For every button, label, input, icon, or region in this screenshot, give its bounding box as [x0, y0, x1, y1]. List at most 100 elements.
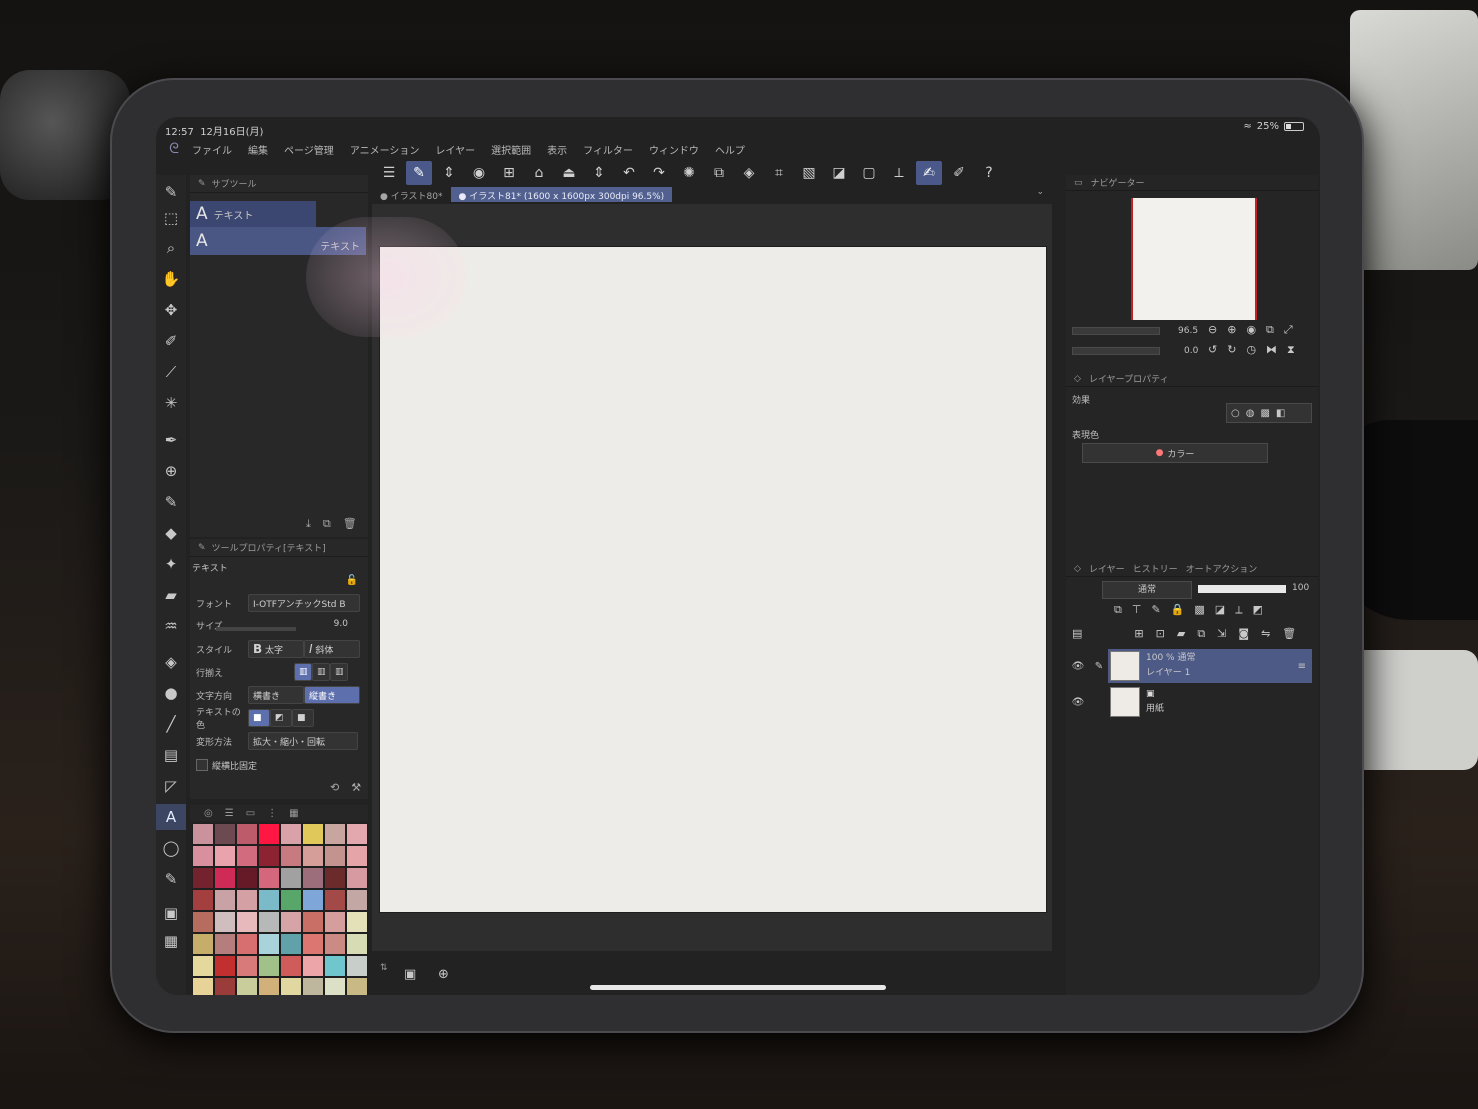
color-set-icon[interactable]: ▭ — [246, 808, 255, 819]
color-swatch[interactable] — [214, 889, 236, 911]
new-raster-icon[interactable]: ⊞ — [1134, 627, 1143, 641]
color-swatch[interactable] — [280, 977, 302, 995]
menu-file[interactable]: ファイル — [192, 142, 232, 157]
color-swatch[interactable] — [302, 933, 324, 955]
color-swatch[interactable] — [302, 845, 324, 867]
color-swatch[interactable] — [236, 955, 258, 977]
menu-view[interactable]: 表示 — [547, 142, 567, 157]
lock-transparent-icon[interactable]: ▩ — [1194, 603, 1204, 617]
eye-icon[interactable]: 👁 — [1066, 697, 1090, 708]
subtool-item[interactable]: A テキスト — [190, 201, 316, 227]
stepper-icon[interactable]: ⇕ — [436, 161, 462, 185]
color-swatch[interactable] — [324, 955, 346, 977]
color-swatch[interactable] — [236, 889, 258, 911]
color-swatch[interactable] — [236, 823, 258, 845]
color-swatch[interactable] — [214, 977, 236, 995]
new-vector-icon[interactable]: ⊡ — [1156, 627, 1165, 641]
merge-icon[interactable]: ⇲ — [1217, 627, 1226, 641]
color-swatch[interactable] — [214, 867, 236, 889]
gradient-icon[interactable]: ◪ — [826, 161, 852, 185]
correct-line-icon[interactable]: ✎ — [156, 866, 186, 892]
horizontal-button[interactable]: 横書き — [248, 686, 304, 704]
pen-tip-icon[interactable]: ✎ — [156, 179, 186, 205]
layer-menu-icon[interactable]: ≡ — [1298, 661, 1312, 672]
bold-button[interactable]: B 太字 — [248, 640, 304, 658]
layer-color-icon[interactable]: ◧ — [1276, 408, 1285, 419]
blend-icon[interactable]: ◆ — [156, 520, 186, 546]
history-icon[interactable]: ⋮ — [267, 808, 277, 819]
rotate-right-icon[interactable]: ↻ — [1227, 343, 1236, 357]
rotate-left-icon[interactable]: ↺ — [1208, 343, 1217, 357]
edit-icon[interactable]: ✎ — [406, 161, 432, 185]
color-swatch[interactable] — [324, 823, 346, 845]
color-swatch[interactable] — [346, 977, 368, 995]
color-swatch[interactable] — [258, 955, 280, 977]
grid-icon[interactable]: ▤ — [156, 742, 186, 768]
menu-window[interactable]: ウィンドウ — [649, 142, 699, 157]
liquify-icon[interactable]: ♒ — [156, 613, 186, 639]
loading-icon[interactable]: ✺ — [676, 161, 702, 185]
slider-icon[interactable]: ☰ — [225, 808, 234, 819]
color-swatch[interactable] — [346, 955, 368, 977]
crop-icon[interactable]: ⌗ — [766, 161, 792, 185]
color-swatch[interactable] — [324, 889, 346, 911]
select-icon[interactable]: ⬚ — [156, 205, 186, 231]
sub-color-icon[interactable]: ◩ — [270, 709, 292, 727]
duplicate-icon[interactable]: ⧉ — [323, 517, 331, 531]
fill-icon[interactable]: ◈ — [156, 649, 186, 675]
color-swatch[interactable] — [280, 911, 302, 933]
vertical-button[interactable]: 縦書き — [304, 686, 360, 704]
color-swatch[interactable] — [192, 933, 214, 955]
copy-view-icon[interactable]: ⧉ — [1266, 323, 1274, 337]
menu-layer[interactable]: レイヤー — [435, 142, 475, 157]
flip-vertical-icon[interactable]: ⧗ — [1287, 343, 1295, 357]
align-top-icon[interactable]: ▥ — [294, 663, 312, 681]
new-file-icon[interactable]: ⊞ — [496, 161, 522, 185]
open-folder-icon[interactable]: ⌂ — [526, 161, 552, 185]
color-swatch[interactable] — [236, 977, 258, 995]
color-swatch[interactable] — [192, 823, 214, 845]
text-icon[interactable]: A — [156, 804, 186, 830]
color-swatch[interactable] — [192, 845, 214, 867]
border-effect-icon[interactable]: ○ — [1231, 408, 1240, 419]
grid-icon[interactable]: ▦ — [289, 808, 298, 819]
menu-selection[interactable]: 選択範囲 — [491, 142, 531, 157]
zoom-icon[interactable]: ⌕ — [156, 235, 186, 261]
color-swatch-icon[interactable]: ▣ — [156, 900, 186, 926]
tab-layer[interactable]: レイヤー — [1089, 562, 1125, 575]
color-swatch[interactable] — [258, 845, 280, 867]
frame-icon[interactable]: ◸ — [156, 773, 186, 799]
reset-icon[interactable]: ⟲ — [330, 781, 339, 794]
copy-layer-icon[interactable]: ⧉ — [1197, 627, 1205, 641]
ruler-icon[interactable]: ⟂ — [1235, 603, 1242, 617]
color-swatch[interactable] — [258, 933, 280, 955]
menu-edit[interactable]: 編集 — [248, 142, 268, 157]
trash-icon[interactable]: 🗑 — [343, 517, 357, 531]
color-swatch[interactable] — [280, 867, 302, 889]
color-swatch[interactable] — [236, 911, 258, 933]
color-swatch[interactable] — [192, 955, 214, 977]
color-swatch[interactable] — [280, 955, 302, 977]
color-swatch[interactable] — [346, 823, 368, 845]
color-swatch[interactable] — [302, 977, 324, 995]
color-swatch[interactable] — [280, 823, 302, 845]
circle-icon[interactable]: ● — [156, 680, 186, 706]
color-swatch[interactable] — [214, 933, 236, 955]
menu-icon[interactable]: ☰ — [376, 161, 402, 185]
color-swatch[interactable] — [302, 911, 324, 933]
pen-icon[interactable]: ✐ — [946, 161, 972, 185]
tab-history[interactable]: ヒストリー — [1133, 562, 1178, 575]
drawing-canvas[interactable] — [380, 247, 1046, 912]
scroll-arrows-icon[interactable]: ⇅ — [380, 963, 388, 973]
tab-illust-81[interactable]: ● イラスト81* (1600 x 1600px 300dpi 96.5%) — [450, 187, 673, 202]
color-icon[interactable]: ◩ — [1253, 603, 1263, 617]
magic-wand-icon[interactable]: ✳ — [156, 390, 186, 416]
expression-select[interactable]: ● カラー — [1082, 443, 1268, 463]
color-swatch[interactable] — [214, 823, 236, 845]
lock-icon[interactable]: 🔓 — [346, 575, 358, 586]
lock-icon[interactable]: 🔒 — [1171, 603, 1185, 617]
move-icon[interactable]: ✥ — [156, 297, 186, 323]
flip-horizontal-icon[interactable]: ⧓ — [1266, 343, 1277, 357]
color-swatch[interactable] — [302, 955, 324, 977]
color-swatch[interactable] — [258, 823, 280, 845]
